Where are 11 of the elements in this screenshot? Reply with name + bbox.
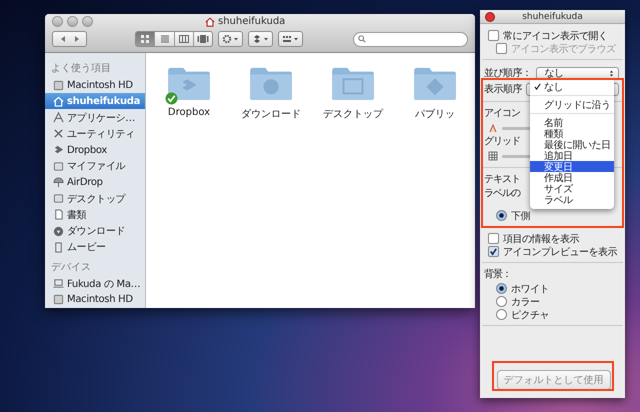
sidebar-heading: よく使う項目 [50, 62, 112, 76]
field-label: 並び順序： [484, 66, 532, 80]
field-label: ラベルの [484, 187, 520, 201]
field-label: アイコン [484, 107, 520, 121]
section-heading: 背景： [484, 268, 511, 282]
window-title: shuheifukuda [218, 16, 286, 27]
field-label: グリッド [484, 135, 520, 149]
field-label: テキスト [484, 173, 520, 187]
panel-title: shuheifukuda [522, 12, 583, 22]
field-label: 表示順序 [484, 82, 522, 96]
sidebar-heading: デバイス [50, 260, 92, 275]
